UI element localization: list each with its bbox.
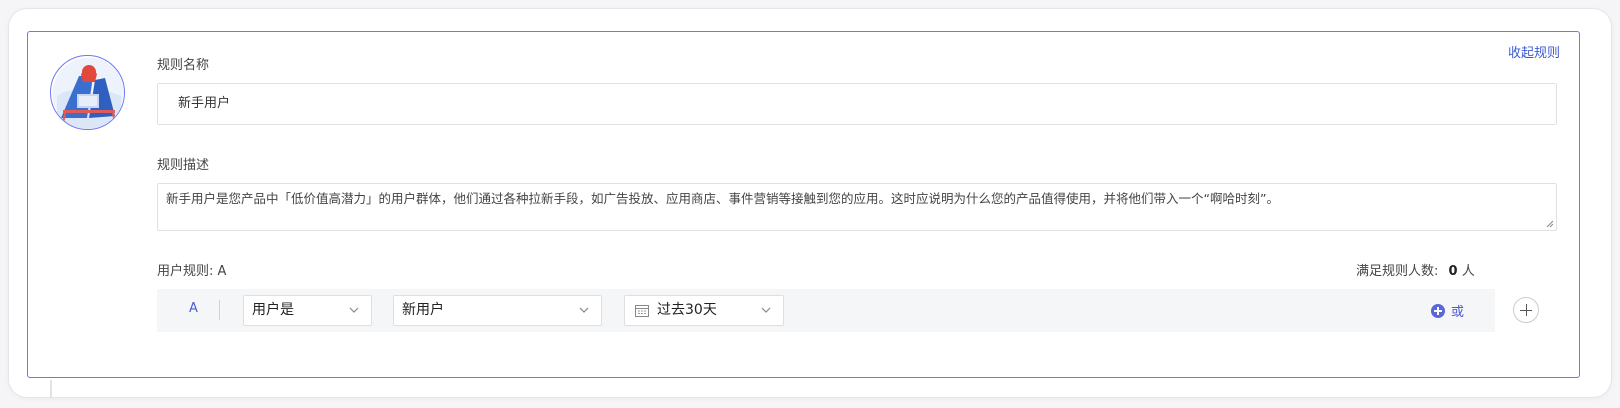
value-select[interactable]: 新用户 <box>393 295 602 326</box>
date-range-value: 过去30天 <box>657 302 717 318</box>
calendar-icon <box>635 305 649 317</box>
add-or-condition-button[interactable]: 或 <box>1431 301 1464 320</box>
resize-handle-icon[interactable] <box>1546 220 1554 228</box>
rule-name-input[interactable]: 新手用户 <box>157 83 1557 125</box>
satisfied-count-stat: 满足规则人数: 0 人 <box>1356 260 1475 279</box>
person-at-desk-illustration-icon <box>52 57 124 129</box>
condition-tag: A <box>189 301 198 316</box>
attribute-select[interactable]: 用户是 <box>243 295 372 326</box>
rule-avatar <box>50 55 125 130</box>
rule-description-text: 新手用户是您产品中「低价值高潜力」的用户群体，他们通过各种拉新手段，如广告投放、… <box>166 191 1279 206</box>
condition-separator <box>219 300 220 320</box>
rule-name-label: 规则名称 <box>157 58 210 73</box>
divider <box>50 380 52 398</box>
satisfied-count-value: 0 <box>1448 264 1458 279</box>
chevron-down-icon <box>761 307 771 313</box>
user-rules-label: 用户规则: A <box>157 264 227 279</box>
or-button-label: 或 <box>1451 305 1465 320</box>
rule-description-textarea[interactable]: 新手用户是您产品中「低价值高潜力」的用户群体，他们通过各种拉新手段，如广告投放、… <box>157 183 1557 231</box>
collapse-rule-link[interactable]: 收起规则 <box>1508 42 1560 61</box>
plus-circle-icon <box>1431 303 1445 318</box>
satisfied-count-label: 满足规则人数: <box>1356 264 1439 279</box>
satisfied-count-unit: 人 <box>1461 264 1475 279</box>
date-range-select[interactable]: 过去30天 <box>624 295 784 326</box>
add-rule-button[interactable] <box>1513 297 1539 323</box>
condition-row: A 用户是 新用户 过去30天 或 <box>157 289 1495 332</box>
value-select-value: 新用户 <box>402 302 444 318</box>
attribute-select-value: 用户是 <box>252 302 294 318</box>
chevron-down-icon <box>579 307 589 313</box>
chevron-down-icon <box>349 307 359 313</box>
rule-description-label: 规则描述 <box>157 158 210 173</box>
